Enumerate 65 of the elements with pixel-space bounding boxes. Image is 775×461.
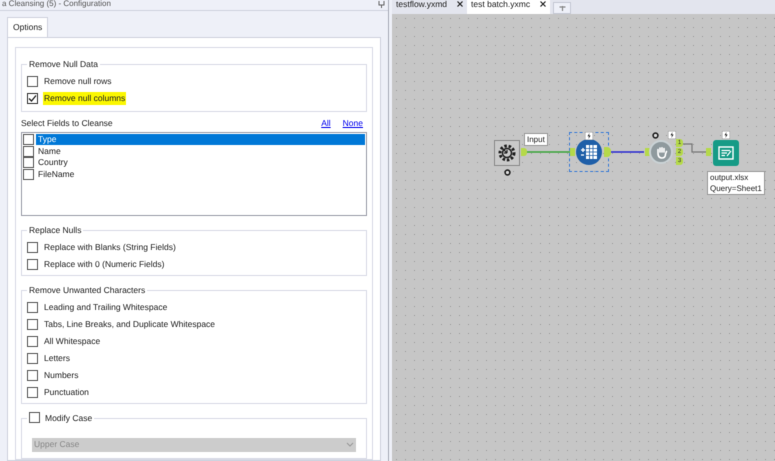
label-line: output.xlsx	[710, 172, 750, 183]
input-tool[interactable]	[494, 140, 520, 166]
checkbox[interactable]	[23, 168, 34, 180]
checkbox[interactable]	[27, 352, 38, 364]
gear-icon	[496, 142, 518, 164]
checkbox[interactable]	[23, 157, 34, 168]
option-label: Punctuation	[43, 386, 90, 399]
option-label: Letters	[43, 352, 71, 365]
checkbox[interactable]	[27, 318, 38, 330]
close-icon[interactable]	[540, 1, 546, 7]
option-label: Numbers	[43, 368, 80, 382]
window-title: a Cleansing (5) - Configuration	[2, 0, 111, 8]
chevron-down-icon	[346, 442, 354, 448]
options-tab[interactable]: Options	[7, 17, 48, 37]
checkbox[interactable]	[27, 302, 38, 313]
checkbox[interactable]	[27, 258, 38, 270]
field-item[interactable]: Type	[36, 134, 365, 145]
lightning-icon	[668, 131, 676, 139]
pin-icon[interactable]	[377, 0, 386, 8]
field-item[interactable]: Name	[36, 146, 365, 156]
checkbox[interactable]	[23, 146, 34, 156]
checkbox[interactable]	[27, 370, 38, 381]
input-anchor[interactable]	[570, 148, 575, 156]
input-anchor[interactable]	[645, 148, 650, 156]
field-item[interactable]: FileName	[36, 168, 365, 180]
document-edit-icon	[718, 146, 734, 160]
group-title: Modify Case	[45, 412, 92, 424]
lightning-icon	[585, 132, 593, 140]
group-title: Remove Unwanted Characters	[29, 284, 146, 296]
checkbox[interactable]	[23, 134, 34, 145]
hand-icon	[654, 146, 668, 158]
checkbox[interactable]	[27, 76, 38, 87]
option-label: Replace with Blanks (String Fields)	[43, 240, 177, 254]
tool-label: Input	[524, 133, 548, 146]
checkbox[interactable]	[27, 386, 38, 398]
field-item[interactable]: Country	[36, 157, 365, 168]
new-tab-button[interactable]	[553, 2, 572, 14]
section-label: Select Fields to Cleanse	[21, 117, 113, 130]
document-tab[interactable]: test batch.yxmc	[467, 0, 550, 14]
group-title: Replace Nulls	[29, 224, 82, 236]
option-label: Leading and Trailing Whitespace	[43, 300, 168, 314]
pause-tool[interactable]	[649, 140, 673, 164]
connection-line	[526, 151, 571, 153]
option-label: Replace with 0 (Numeric Fields)	[43, 258, 166, 271]
close-icon[interactable]	[457, 1, 464, 7]
checkbox[interactable]	[29, 412, 40, 424]
option-label: Remove null rows	[43, 74, 113, 88]
plus-icon	[558, 6, 566, 10]
table-cleanse-icon	[575, 138, 603, 166]
option-label: Tabs, Line Breaks, and Duplicate Whitespace	[43, 318, 216, 331]
select-link[interactable]: All	[321, 117, 331, 130]
checkbox[interactable]	[27, 242, 38, 253]
dropdown-value: Upper Case	[34, 438, 80, 452]
option-label: All Whitespace	[43, 334, 102, 348]
label-line: Query=Sheet1	[710, 183, 762, 194]
checkbox[interactable]	[27, 336, 38, 347]
input-anchor[interactable]	[706, 148, 711, 156]
option-label: Remove null columns	[43, 92, 126, 105]
group-title: Remove Null Data	[29, 58, 98, 70]
connection-line	[682, 143, 706, 153]
checkbox[interactable]	[27, 92, 38, 104]
connection-line	[610, 151, 644, 153]
lightning-icon	[722, 131, 730, 139]
output-tool[interactable]	[713, 140, 739, 166]
select-link[interactable]: None	[342, 117, 363, 130]
